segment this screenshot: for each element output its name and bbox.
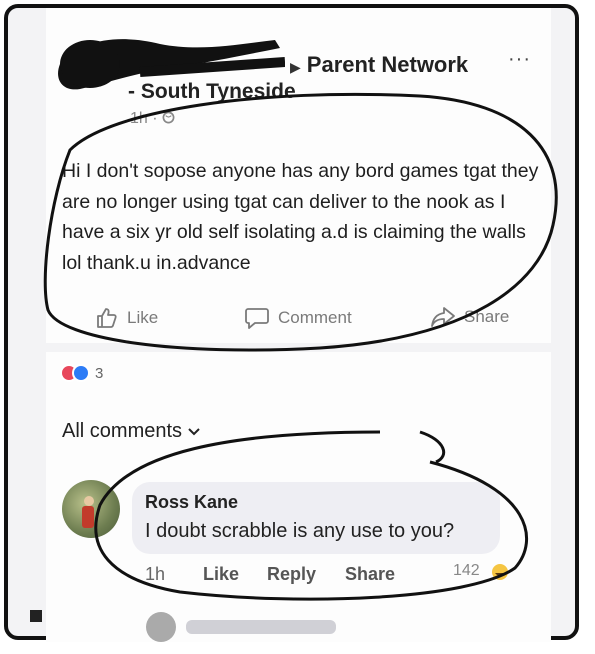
- comment-label: Comment: [278, 308, 352, 327]
- timestamp-text: 1h ·: [130, 110, 158, 127]
- comment-text: I doubt scrabble is any use to you?: [145, 520, 455, 542]
- like-button[interactable]: Like: [95, 306, 158, 330]
- reaction-summary[interactable]: 3: [60, 364, 103, 382]
- comment-share-button[interactable]: Share: [345, 564, 395, 585]
- share-button[interactable]: Share: [430, 306, 509, 328]
- comment-reaction-count: 142: [453, 562, 480, 579]
- avatar-figure-body: [82, 506, 94, 528]
- reaction-count: 3: [95, 364, 104, 382]
- thumbs-up-icon: [97, 308, 117, 328]
- like-label: Like: [127, 308, 159, 327]
- group-link[interactable]: ▶ Parent Network: [290, 52, 468, 78]
- comments-filter-label: All comments: [62, 420, 183, 442]
- chevron-down-icon: [188, 427, 200, 435]
- like-reaction-icon: [72, 364, 90, 382]
- next-comment-author-blurred: [186, 620, 336, 634]
- comments-filter-dropdown[interactable]: All comments: [62, 420, 200, 443]
- breadcrumb-arrow-icon: ▶: [290, 59, 301, 75]
- group-name[interactable]: Parent Network: [307, 52, 468, 77]
- next-comment-avatar[interactable]: [146, 612, 176, 642]
- comment-bubble-icon: [245, 308, 269, 329]
- post-timestamp[interactable]: 1h ·: [130, 110, 175, 128]
- more-options-icon[interactable]: ···: [508, 48, 531, 71]
- comment-reply-button[interactable]: Reply: [267, 564, 316, 585]
- comment-author[interactable]: Ross Kane: [145, 492, 238, 513]
- haha-reaction-icon: [492, 564, 508, 580]
- post-body: Hi I don't sopose anyone has any bord ga…: [62, 160, 539, 274]
- comment-time[interactable]: 1h: [145, 564, 165, 585]
- comment-like-button[interactable]: Like: [203, 564, 239, 585]
- share-label: Share: [464, 307, 510, 326]
- avatar-figure-head: [84, 496, 94, 506]
- globe-icon: [162, 111, 175, 124]
- comment-button[interactable]: Comment: [244, 306, 352, 330]
- avatar[interactable]: [62, 480, 120, 538]
- share-arrow-icon: [431, 307, 455, 327]
- group-location[interactable]: - South Tyneside: [128, 80, 296, 104]
- corner-mark: [30, 610, 42, 622]
